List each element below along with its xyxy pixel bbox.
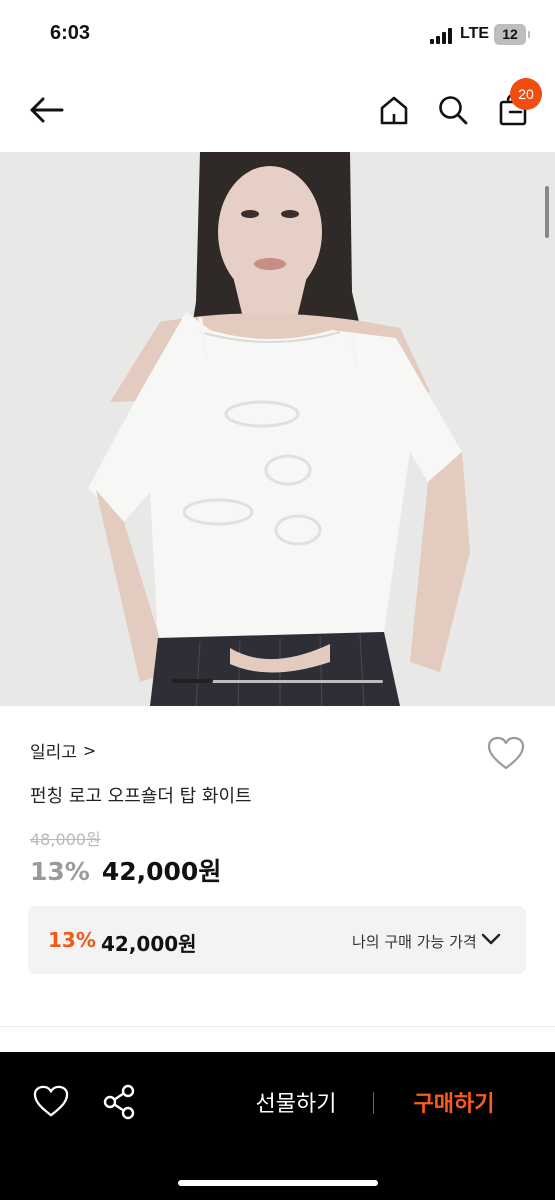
share-button[interactable] [100, 1082, 140, 1122]
status-bar: 6:03 LTE 12 [0, 0, 555, 70]
sale-price: 42,000원 [101, 857, 222, 886]
product-photo [0, 152, 555, 706]
battery-icon: 12 [494, 24, 530, 45]
heart-outline-icon [33, 1085, 69, 1117]
chevron-right-icon: > [82, 741, 97, 760]
my-price-toggle[interactable]: 13% 42,000원 나의 구매 가능 가격 [28, 906, 526, 974]
search-icon [439, 96, 468, 125]
product-image[interactable] [0, 152, 555, 706]
bottom-action-bar: 선물하기 구매하기 [0, 1052, 555, 1200]
arrow-left-icon [30, 97, 64, 123]
carousel-indicator-thumb [171, 679, 214, 683]
home-indicator[interactable] [178, 1180, 378, 1186]
search-button[interactable] [433, 90, 473, 130]
back-button[interactable] [26, 90, 66, 130]
discount-rate: 13% [30, 857, 90, 886]
section-divider [0, 1026, 555, 1027]
price-row: 13% 42,000원 [30, 852, 221, 888]
like-button[interactable] [32, 1084, 70, 1120]
brand-name: 일리고 [30, 743, 77, 763]
product-title: 펀칭 로고 오프숄더 탑 화이트 [30, 786, 252, 807]
share-icon [103, 1084, 135, 1120]
heart-outline-icon [487, 736, 525, 770]
wishlist-button[interactable] [486, 735, 526, 771]
home-button[interactable] [374, 90, 414, 130]
my-price-value: 42,000원 [101, 932, 197, 956]
top-nav [0, 70, 555, 152]
status-time: 6:03 [50, 22, 91, 44]
original-price: 48,000원 [30, 830, 101, 849]
my-price-discount: 13% [48, 928, 96, 952]
home-icon [380, 96, 408, 125]
my-price-label: 나의 구매 가능 가격 [352, 933, 477, 951]
gift-button[interactable]: 선물하기 [236, 1086, 356, 1118]
cart-count-badge[interactable]: 20 [510, 78, 542, 110]
buy-button[interactable]: 구매하기 [392, 1086, 516, 1118]
image-scrollbar[interactable] [545, 186, 549, 238]
chevron-down-icon [481, 933, 501, 945]
signal-icon [430, 28, 454, 44]
button-separator [373, 1092, 374, 1114]
brand-link[interactable]: 일리고 > [30, 738, 96, 763]
network-label: LTE [460, 25, 490, 42]
carousel-indicator[interactable] [171, 679, 383, 683]
